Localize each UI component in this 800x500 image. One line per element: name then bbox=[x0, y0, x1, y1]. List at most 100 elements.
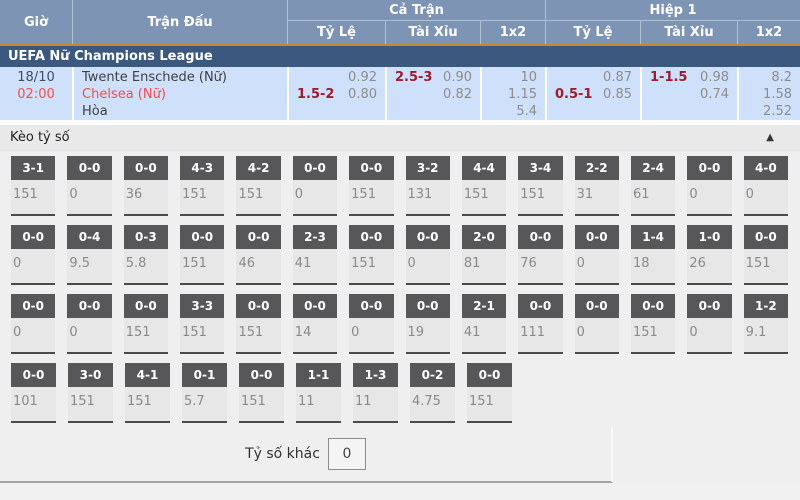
score-bet-cell-0-0[interactable]: 0-00 bbox=[67, 294, 111, 354]
column-header-h1-1x2: 1x2 bbox=[737, 21, 800, 44]
score-label: 0-0 bbox=[239, 363, 284, 387]
score-odds-value: 101 bbox=[11, 394, 56, 409]
score-row: 0-00 0-49.5 0-35.8 0-0151 0-046 2-341 0-0151 0-… bbox=[0, 220, 800, 289]
score-bet-cell-0-0[interactable]: 0-046 bbox=[236, 225, 280, 285]
score-bet-cell-1-1[interactable]: 1-111 bbox=[296, 363, 341, 423]
score-bet-cell-0-0[interactable]: 0-00 bbox=[293, 156, 337, 216]
score-bet-cell-0-2[interactable]: 0-24.75 bbox=[410, 363, 455, 423]
column-header-h1-overunder: Tài Xỉu bbox=[640, 21, 737, 44]
score-bet-cell-0-0[interactable]: 0-0151 bbox=[467, 363, 512, 423]
score-bet-cell-1-0[interactable]: 1-026 bbox=[687, 225, 731, 285]
score-bet-cell-3-2[interactable]: 3-2131 bbox=[406, 156, 450, 216]
score-bet-cell-4-0[interactable]: 4-00 bbox=[744, 156, 788, 216]
score-bet-cell-4-4[interactable]: 4-4151 bbox=[462, 156, 506, 216]
full-handicap-home-odds[interactable]: 0.92 bbox=[348, 69, 377, 86]
score-bet-cell-0-4[interactable]: 0-49.5 bbox=[67, 225, 111, 285]
score-bet-cell-0-0[interactable]: 0-00 bbox=[575, 294, 619, 354]
score-bet-cell-4-2[interactable]: 4-2151 bbox=[236, 156, 280, 216]
score-bet-cell-2-0[interactable]: 2-081 bbox=[462, 225, 506, 285]
score-bet-cell-3-4[interactable]: 3-4151 bbox=[518, 156, 562, 216]
score-bet-cell-0-0[interactable]: 0-014 bbox=[293, 294, 337, 354]
h1-1x2-away-odds[interactable]: 1.58 bbox=[763, 86, 792, 103]
full-handicap-away-odds[interactable]: 0.80 bbox=[348, 86, 377, 103]
h1-overunder-line: 1-1.5 bbox=[650, 69, 687, 86]
score-bet-cell-2-2[interactable]: 2-231 bbox=[575, 156, 619, 216]
full-handicap-line: 1.5-2 bbox=[297, 86, 334, 103]
other-score-input[interactable] bbox=[328, 438, 366, 470]
score-bet-cell-0-0[interactable]: 0-00 bbox=[349, 294, 393, 354]
score-bet-cell-1-3[interactable]: 1-311 bbox=[353, 363, 398, 423]
score-bet-cell-0-1[interactable]: 0-15.7 bbox=[182, 363, 227, 423]
score-odds-value: 151 bbox=[518, 187, 562, 202]
score-bet-cell-2-3[interactable]: 2-341 bbox=[293, 225, 337, 285]
score-odds-value: 111 bbox=[518, 325, 562, 340]
odds-table-header: Giờ Trận Đấu Cả Trận Tỷ Lệ Tài Xỉu 1x2 H… bbox=[0, 0, 800, 44]
score-label: 2-4 bbox=[631, 156, 675, 180]
h1-over-odds[interactable]: 0.98 bbox=[700, 69, 729, 86]
score-odds-value: 151 bbox=[11, 187, 55, 202]
score-bet-cell-0-0[interactable]: 0-00 bbox=[11, 294, 55, 354]
column-group-full-match: Cả Trận Tỷ Lệ Tài Xỉu 1x2 bbox=[287, 0, 545, 44]
score-bet-cell-0-0[interactable]: 0-0151 bbox=[239, 363, 284, 423]
correct-score-section-bar[interactable]: Kèo tỷ số ▲ bbox=[0, 125, 800, 151]
score-odds-value: 151 bbox=[236, 325, 280, 340]
full-1x2-home-odds[interactable]: 10 bbox=[520, 69, 537, 86]
column-header-full-handicap: Tỷ Lệ bbox=[287, 21, 385, 44]
score-bet-cell-0-0[interactable]: 0-036 bbox=[124, 156, 168, 216]
score-bet-cell-0-0[interactable]: 0-00 bbox=[687, 156, 731, 216]
score-bet-cell-0-0[interactable]: 0-0151 bbox=[124, 294, 168, 354]
score-bet-cell-0-0[interactable]: 0-00 bbox=[67, 156, 111, 216]
score-bet-cell-3-1[interactable]: 3-1151 bbox=[11, 156, 55, 216]
score-label: 0-0 bbox=[124, 156, 168, 180]
score-bet-cell-0-0[interactable]: 0-00 bbox=[687, 294, 731, 354]
score-bet-cell-2-4[interactable]: 2-461 bbox=[631, 156, 675, 216]
score-bet-cell-0-0[interactable]: 0-0151 bbox=[349, 225, 393, 285]
score-bet-cell-4-3[interactable]: 4-3151 bbox=[180, 156, 224, 216]
score-bet-cell-0-0[interactable]: 0-0151 bbox=[180, 225, 224, 285]
league-title-bar: UEFA Nữ Champions League bbox=[0, 46, 800, 67]
score-bet-cell-0-0[interactable]: 0-0151 bbox=[349, 156, 393, 216]
score-bet-cell-0-0[interactable]: 0-00 bbox=[575, 225, 619, 285]
score-label: 1-2 bbox=[744, 294, 788, 318]
h1-handicap-home-odds[interactable]: 0.87 bbox=[603, 69, 632, 86]
score-bet-cell-3-0[interactable]: 3-0151 bbox=[68, 363, 113, 423]
collapse-arrow-icon[interactable]: ▲ bbox=[766, 132, 774, 143]
score-bet-cell-1-4[interactable]: 1-418 bbox=[631, 225, 675, 285]
score-bet-cell-0-3[interactable]: 0-35.8 bbox=[124, 225, 168, 285]
home-team-name: Twente Enschede (Nữ) bbox=[82, 69, 287, 86]
score-bet-cell-0-0[interactable]: 0-076 bbox=[518, 225, 562, 285]
h1-1x2-home-odds[interactable]: 8.2 bbox=[771, 69, 792, 86]
score-bet-cell-0-0[interactable]: 0-0101 bbox=[11, 363, 56, 423]
score-odds-value: 0 bbox=[687, 187, 731, 202]
score-bet-cell-0-0[interactable]: 0-0151 bbox=[744, 225, 788, 285]
score-bet-cell-0-0[interactable]: 0-0151 bbox=[236, 294, 280, 354]
full-under-odds[interactable]: 0.82 bbox=[443, 86, 472, 103]
group-label-first-half: Hiệp 1 bbox=[545, 0, 800, 21]
score-bet-cell-4-1[interactable]: 4-1151 bbox=[125, 363, 170, 423]
full-1x2-draw-odds[interactable]: 5.4 bbox=[516, 103, 537, 120]
column-header-full-overunder: Tài Xỉu bbox=[385, 21, 480, 44]
score-bet-cell-2-1[interactable]: 2-141 bbox=[462, 294, 506, 354]
score-odds-value: 0 bbox=[293, 187, 337, 202]
full-overunder-line: 2.5-3 bbox=[395, 69, 432, 86]
score-label: 1-0 bbox=[687, 225, 731, 249]
full-1x2-cell: 10 1.15 5.4 bbox=[480, 67, 545, 120]
score-label: 0-1 bbox=[182, 363, 227, 387]
full-over-odds[interactable]: 0.90 bbox=[443, 69, 472, 86]
score-label: 1-4 bbox=[631, 225, 675, 249]
score-bet-cell-0-0[interactable]: 0-0111 bbox=[518, 294, 562, 354]
score-odds-value: 151 bbox=[467, 394, 512, 409]
score-bet-cell-1-2[interactable]: 1-29.1 bbox=[744, 294, 788, 354]
score-bet-cell-0-0[interactable]: 0-00 bbox=[11, 225, 55, 285]
score-bet-cell-3-3[interactable]: 3-3151 bbox=[180, 294, 224, 354]
score-bet-cell-0-0[interactable]: 0-0151 bbox=[631, 294, 675, 354]
score-bet-cell-0-0[interactable]: 0-019 bbox=[406, 294, 450, 354]
full-1x2-away-odds[interactable]: 1.15 bbox=[508, 86, 537, 103]
score-odds-value: 0 bbox=[11, 325, 55, 340]
h1-handicap-away-odds[interactable]: 0.85 bbox=[603, 86, 632, 103]
score-grid: 3-11510-000-0364-31514-21510-000-01513-2… bbox=[0, 151, 800, 427]
score-bet-cell-0-0[interactable]: 0-00 bbox=[406, 225, 450, 285]
h1-1x2-draw-odds[interactable]: 2.52 bbox=[763, 103, 792, 120]
h1-under-odds[interactable]: 0.74 bbox=[700, 86, 729, 103]
column-header-full-1x2: 1x2 bbox=[480, 21, 545, 44]
